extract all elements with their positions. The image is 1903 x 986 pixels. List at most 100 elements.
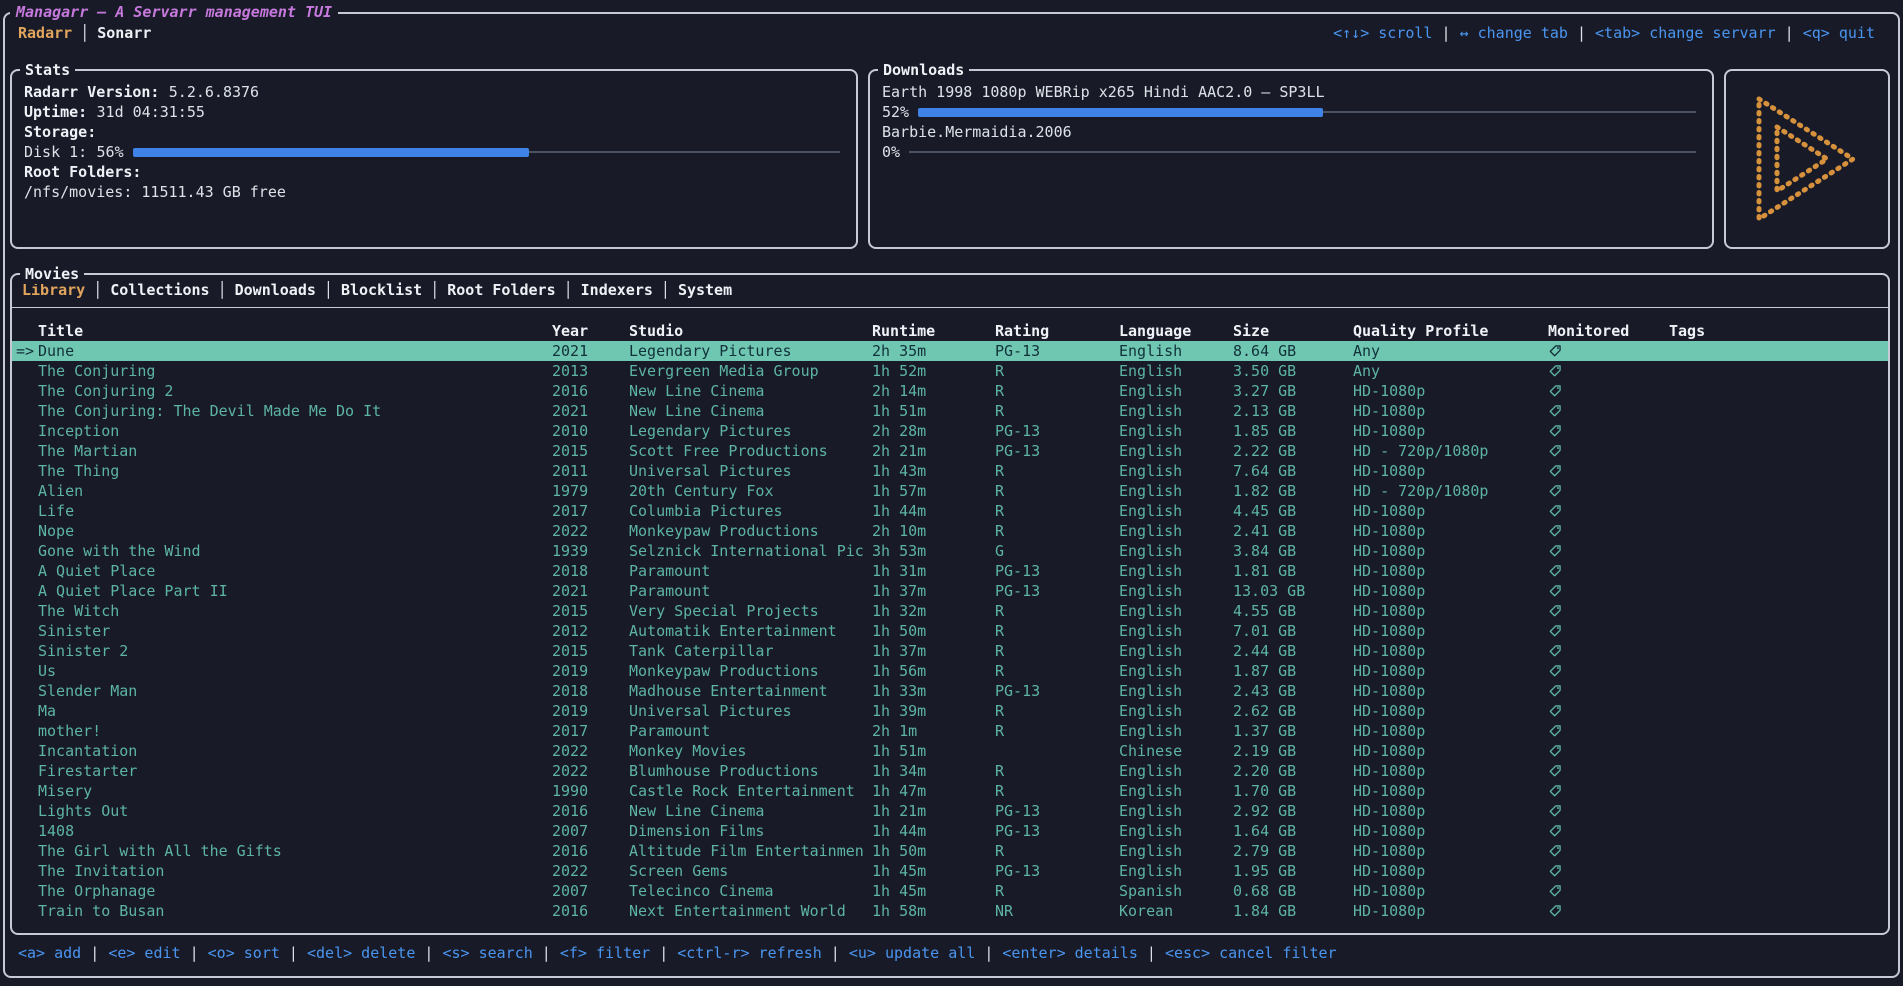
cell-year: 2007 — [552, 821, 629, 841]
cell-quality-profile: HD - 720p/1080p — [1353, 441, 1548, 461]
table-row[interactable]: A Quiet Place Part II2021Paramount1h 37m… — [12, 581, 1888, 601]
table-row[interactable]: Sinister2012Automatik Entertainment1h 50… — [12, 621, 1888, 641]
cell-title: Incantation — [38, 741, 552, 761]
cell-quality-profile: HD-1080p — [1353, 801, 1548, 821]
table-row[interactable]: Lights Out2016New Line Cinema1h 21mPG-13… — [12, 801, 1888, 821]
table-row[interactable]: Us2019Monkeypaw Productions1h 56mREnglis… — [12, 661, 1888, 681]
monitored-tag-icon — [1548, 444, 1669, 458]
stats-body: Radarr Version: 5.2.6.8376 Uptime: 31d 0… — [12, 71, 856, 202]
table-row[interactable]: Misery1990Castle Rock Entertainment1h 47… — [12, 781, 1888, 801]
tag-icon — [1548, 724, 1562, 738]
monitored-tag-icon — [1548, 544, 1669, 558]
servarr-tab-sonarr[interactable]: Sonarr — [89, 24, 159, 42]
version-value: 5.2.6.8376 — [169, 82, 259, 102]
monitored-tag-icon — [1548, 744, 1669, 758]
table-row[interactable]: The Conjuring 22016New Line Cinema2h 14m… — [12, 381, 1888, 401]
column-header-quality-profile: Quality Profile — [1353, 321, 1548, 341]
cell-rating: R — [995, 881, 1119, 901]
tag-icon — [1548, 864, 1562, 878]
cell-size: 2.92 GB — [1233, 801, 1353, 821]
cell-rating: G — [995, 541, 1119, 561]
cell-title: The Invitation — [38, 861, 552, 881]
table-row[interactable]: Incantation2022Monkey Movies1h 51mChines… — [12, 741, 1888, 761]
cell-year: 2018 — [552, 681, 629, 701]
table-row[interactable]: Firestarter2022Blumhouse Productions1h 3… — [12, 761, 1888, 781]
table-row[interactable]: The Conjuring: The Devil Made Me Do It20… — [12, 401, 1888, 421]
movies-tab-system[interactable]: System — [670, 281, 740, 299]
cell-size: 0.68 GB — [1233, 881, 1353, 901]
cell-size: 8.64 GB — [1233, 341, 1353, 361]
help-separator: | — [650, 944, 677, 962]
cell-year: 2017 — [552, 501, 629, 521]
column-header-size: Size — [1233, 321, 1353, 341]
cell-studio: Universal Pictures — [629, 461, 872, 481]
monitored-tag-icon — [1548, 564, 1669, 578]
tag-icon — [1548, 844, 1562, 858]
cell-title: Slender Man — [38, 681, 552, 701]
stats-storage-line: Storage: — [24, 122, 842, 142]
cell-language: English — [1119, 761, 1233, 781]
cell-size: 2.13 GB — [1233, 401, 1353, 421]
cell-language: English — [1119, 681, 1233, 701]
cell-year: 2017 — [552, 721, 629, 741]
table-row[interactable]: Gone with the Wind1939Selznick Internati… — [12, 541, 1888, 561]
column-header-tags: Tags — [1669, 321, 1888, 341]
downloads-panel-title: Downloads — [878, 60, 969, 80]
cell-language: English — [1119, 561, 1233, 581]
cell-runtime: 1h 56m — [872, 661, 995, 681]
cell-title: A Quiet Place Part II — [38, 581, 552, 601]
table-row[interactable]: Ma2019Universal Pictures1h 39mREnglish2.… — [12, 701, 1888, 721]
cell-title: Firestarter — [38, 761, 552, 781]
table-row[interactable]: Life2017Columbia Pictures1h 44mREnglish4… — [12, 501, 1888, 521]
keybinding-hint: <del> delete — [307, 944, 415, 962]
cell-runtime: 1h 45m — [872, 861, 995, 881]
movies-tab-root-folders[interactable]: Root Folders — [439, 281, 563, 299]
movies-tab-downloads[interactable]: Downloads — [227, 281, 324, 299]
tag-icon — [1548, 524, 1562, 538]
downloads-panel: Downloads Earth 1998 1080p WEBRip x265 H… — [868, 69, 1714, 249]
table-row[interactable]: Inception2010Legendary Pictures2h 28mPG-… — [12, 421, 1888, 441]
cell-rating: PG-13 — [995, 421, 1119, 441]
cell-studio: Blumhouse Productions — [629, 761, 872, 781]
cell-runtime: 1h 43m — [872, 461, 995, 481]
table-row[interactable]: The Thing2011Universal Pictures1h 43mREn… — [12, 461, 1888, 481]
table-row[interactable]: mother!2017Paramount2h 1mREnglish1.37 GB… — [12, 721, 1888, 741]
table-row[interactable]: 14082007Dimension Films1h 44mPG-13Englis… — [12, 821, 1888, 841]
table-row[interactable]: The Invitation2022Screen Gems1h 45mPG-13… — [12, 861, 1888, 881]
movies-table-header: TitleYearStudioRuntimeRatingLanguageSize… — [12, 321, 1888, 341]
cell-studio: Automatik Entertainment — [629, 621, 872, 641]
cell-language: English — [1119, 461, 1233, 481]
help-separator: | — [1776, 24, 1803, 42]
cell-language: English — [1119, 721, 1233, 741]
table-row[interactable]: Alien197920th Century Fox1h 57mREnglish1… — [12, 481, 1888, 501]
stats-panel: Stats Radarr Version: 5.2.6.8376 Uptime:… — [10, 69, 858, 249]
table-row[interactable]: Nope2022Monkeypaw Productions2h 10mREngl… — [12, 521, 1888, 541]
table-row[interactable]: Train to Busan2016Next Entertainment Wor… — [12, 901, 1888, 921]
cell-size: 1.64 GB — [1233, 821, 1353, 841]
cell-runtime: 1h 21m — [872, 801, 995, 821]
column-header-rating: Rating — [995, 321, 1119, 341]
movies-tab-blocklist[interactable]: Blocklist — [333, 281, 430, 299]
cell-quality-profile: HD-1080p — [1353, 601, 1548, 621]
cell-year: 2021 — [552, 341, 629, 361]
cell-quality-profile: HD-1080p — [1353, 501, 1548, 521]
disk-usage-bar — [133, 148, 840, 157]
table-row[interactable]: The Girl with All the Gifts2016Altitude … — [12, 841, 1888, 861]
table-row[interactable]: A Quiet Place2018Paramount1h 31mPG-13Eng… — [12, 561, 1888, 581]
table-row[interactable]: The Orphanage2007Telecinco Cinema1h 45mR… — [12, 881, 1888, 901]
cell-year: 2019 — [552, 701, 629, 721]
table-row[interactable]: The Conjuring2013Evergreen Media Group1h… — [12, 361, 1888, 381]
table-row[interactable]: =>Dune2021Legendary Pictures2h 35mPG-13E… — [12, 341, 1888, 361]
table-row[interactable]: Sinister 22015Tank Caterpillar1h 37mREng… — [12, 641, 1888, 661]
cell-quality-profile: HD-1080p — [1353, 541, 1548, 561]
movies-tab-collections[interactable]: Collections — [102, 281, 217, 299]
table-row[interactable]: The Witch2015Very Special Projects1h 32m… — [12, 601, 1888, 621]
movies-tab-indexers[interactable]: Indexers — [573, 281, 661, 299]
cell-language: English — [1119, 641, 1233, 661]
cell-title: The Conjuring — [38, 361, 552, 381]
table-row[interactable]: The Martian2015Scott Free Productions2h … — [12, 441, 1888, 461]
cell-year: 2007 — [552, 881, 629, 901]
cell-year: 1939 — [552, 541, 629, 561]
table-row[interactable]: Slender Man2018Madhouse Entertainment1h … — [12, 681, 1888, 701]
servarr-tab-radarr[interactable]: Radarr — [18, 24, 80, 42]
